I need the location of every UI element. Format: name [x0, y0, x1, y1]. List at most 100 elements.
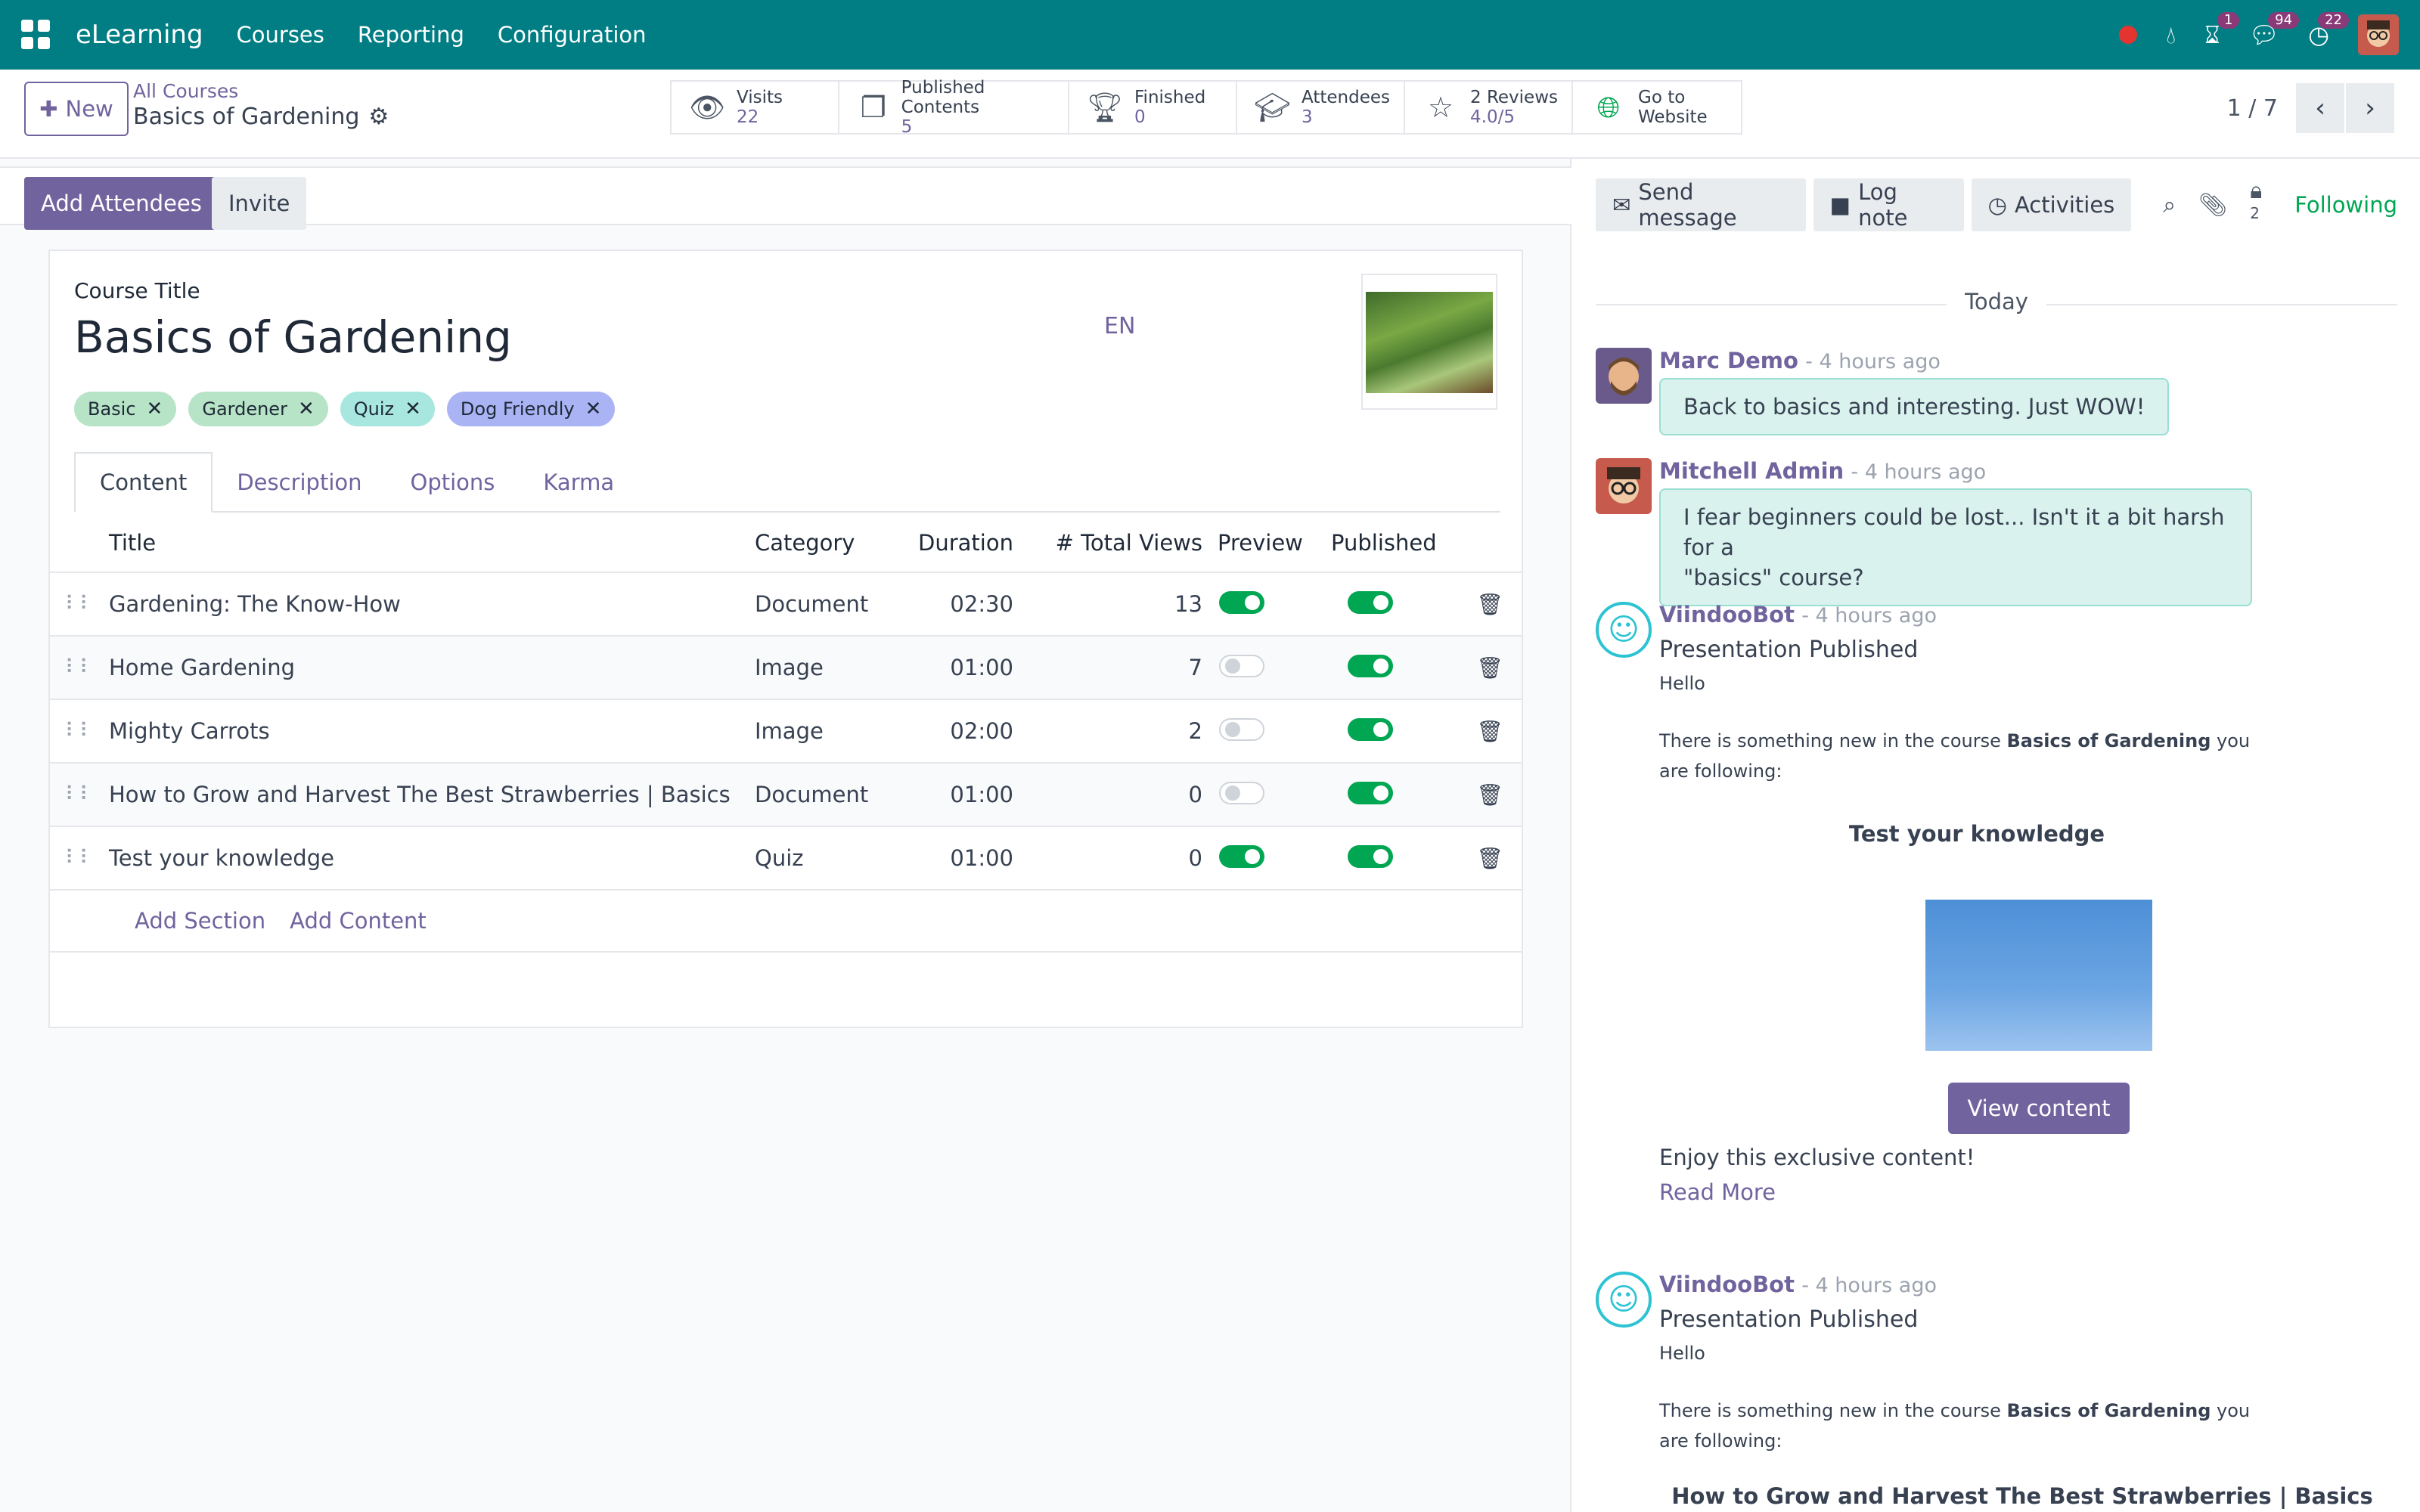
activities-button[interactable]: ◷ Activities: [1971, 178, 2132, 231]
avatar[interactable]: [1596, 348, 1652, 404]
table-row[interactable]: ⠇⠇ Home Gardening Image 01:00 7 🗑︎: [50, 637, 1522, 700]
preview-toggle[interactable]: [1219, 591, 1264, 614]
read-more-link[interactable]: Read More: [1659, 1179, 1776, 1205]
add-content-link[interactable]: Add Content: [290, 908, 427, 934]
col-duration[interactable]: Duration: [906, 530, 1013, 556]
message-author[interactable]: ViindooBot: [1659, 1272, 1795, 1297]
row-duration[interactable]: 02:30: [906, 591, 1013, 617]
language-button[interactable]: EN: [1104, 313, 1135, 339]
followers-icon[interactable]: 🔒︎2: [2250, 178, 2266, 233]
preview-toggle[interactable]: [1219, 718, 1264, 741]
col-published[interactable]: Published: [1331, 530, 1460, 556]
pager-previous-button[interactable]: ‹: [2296, 83, 2346, 133]
row-category[interactable]: Document: [755, 782, 906, 807]
smart-finished[interactable]: 🏆︎ Finished 0: [1068, 80, 1237, 135]
new-button[interactable]: ✚ New: [24, 82, 129, 136]
row-title[interactable]: Mighty Carrots: [109, 718, 755, 744]
search-icon[interactable]: ⌕: [2163, 192, 2176, 218]
hourglass-icon[interactable]: ⌛︎ 1: [2204, 12, 2240, 47]
row-category[interactable]: Document: [755, 591, 906, 617]
col-total-views[interactable]: # Total Views: [1013, 530, 1202, 556]
drag-handle-icon[interactable]: ⠇⠇: [50, 720, 109, 742]
add-attendees-button[interactable]: Add Attendees: [24, 177, 219, 230]
message-author[interactable]: Mitchell Admin: [1659, 458, 1844, 484]
send-message-button[interactable]: ✉ Send message: [1596, 178, 1806, 231]
menu-courses[interactable]: Courses: [237, 22, 324, 48]
message-author[interactable]: Marc Demo: [1659, 348, 1798, 373]
table-row[interactable]: ⠇⠇ How to Grow and Harvest The Best Stra…: [50, 764, 1522, 827]
published-toggle[interactable]: [1348, 782, 1393, 804]
close-icon[interactable]: ✕: [405, 398, 421, 420]
menu-reporting[interactable]: Reporting: [358, 22, 464, 48]
course-image[interactable]: [1361, 274, 1497, 410]
close-icon[interactable]: ✕: [147, 398, 163, 420]
published-toggle[interactable]: [1348, 845, 1393, 868]
published-toggle[interactable]: [1348, 591, 1393, 614]
row-title[interactable]: Gardening: The Know-How: [109, 591, 755, 617]
close-icon[interactable]: ✕: [298, 398, 315, 420]
col-title[interactable]: Title: [109, 530, 755, 556]
drag-handle-icon[interactable]: ⠇⠇: [50, 656, 109, 679]
row-duration[interactable]: 01:00: [906, 845, 1013, 871]
drop-icon[interactable]: 💧︎: [2166, 23, 2176, 47]
close-icon[interactable]: ✕: [585, 398, 602, 420]
user-avatar[interactable]: [2358, 14, 2399, 55]
apps-grid-icon[interactable]: [21, 20, 51, 50]
clock-icon[interactable]: ◷ 22: [2308, 12, 2349, 47]
pager-next-button[interactable]: ›: [2346, 83, 2396, 133]
published-toggle[interactable]: [1348, 655, 1393, 677]
gear-icon[interactable]: ⚙: [368, 104, 389, 130]
table-row[interactable]: ⠇⠇ Mighty Carrots Image 02:00 2 🗑︎: [50, 700, 1522, 764]
log-note-button[interactable]: ■ Log note: [1813, 178, 1964, 231]
row-duration[interactable]: 01:00: [906, 655, 1013, 680]
chat-icon[interactable]: 💬︎ 94: [2248, 12, 2300, 47]
row-duration[interactable]: 01:00: [906, 782, 1013, 807]
view-content-button[interactable]: View content: [1948, 1083, 2130, 1134]
row-category[interactable]: Image: [755, 655, 906, 680]
smart-attendees[interactable]: 🎓︎ Attendees 3: [1236, 80, 1405, 135]
avatar[interactable]: [1596, 458, 1652, 514]
invite-button[interactable]: Invite: [212, 177, 307, 230]
trash-icon[interactable]: 🗑︎: [1460, 782, 1520, 807]
following-button[interactable]: Following: [2294, 192, 2397, 218]
smart-published-contents[interactable]: ❐ Published Contents 5: [838, 78, 1069, 137]
tab-karma[interactable]: Karma: [519, 452, 638, 513]
tab-content[interactable]: Content: [74, 452, 213, 513]
app-brand[interactable]: eLearning: [76, 20, 203, 50]
paperclip-icon[interactable]: 📎︎: [2198, 192, 2227, 218]
message-author[interactable]: ViindooBot: [1659, 602, 1795, 627]
row-category[interactable]: Image: [755, 718, 906, 744]
smart-go-to-website[interactable]: 🌐︎ Go to Website: [1571, 80, 1742, 135]
drag-handle-icon[interactable]: ⠇⠇: [50, 593, 109, 615]
row-title[interactable]: Home Gardening: [109, 655, 755, 680]
trash-icon[interactable]: 🗑︎: [1460, 846, 1520, 871]
preview-toggle[interactable]: [1219, 845, 1264, 868]
breadcrumb-all-courses[interactable]: All Courses: [133, 80, 389, 102]
col-category[interactable]: Category: [755, 530, 906, 556]
add-section-link[interactable]: Add Section: [135, 908, 265, 934]
table-row[interactable]: ⠇⠇ Test your knowledge Quiz 01:00 0 🗑︎: [50, 827, 1522, 891]
bot-avatar[interactable]: ☺: [1596, 1272, 1652, 1328]
preview-toggle[interactable]: [1219, 782, 1264, 804]
bot-avatar[interactable]: ☺: [1596, 602, 1652, 658]
record-dot-icon[interactable]: [2119, 26, 2138, 44]
course-title-field[interactable]: Basics of Gardening: [74, 311, 512, 363]
row-category[interactable]: Quiz: [755, 845, 906, 871]
col-preview[interactable]: Preview: [1202, 530, 1331, 556]
row-duration[interactable]: 02:00: [906, 718, 1013, 744]
row-title[interactable]: Test your knowledge: [109, 845, 755, 871]
preview-toggle[interactable]: [1219, 655, 1264, 677]
tab-description[interactable]: Description: [213, 452, 386, 513]
tab-options[interactable]: Options: [386, 452, 520, 513]
menu-configuration[interactable]: Configuration: [498, 22, 647, 48]
drag-handle-icon[interactable]: ⠇⠇: [50, 847, 109, 869]
row-title[interactable]: How to Grow and Harvest The Best Strawbe…: [109, 782, 755, 807]
drag-handle-icon[interactable]: ⠇⠇: [50, 783, 109, 806]
smart-visits[interactable]: 👁︎ Visits 22: [670, 80, 839, 135]
trash-icon[interactable]: 🗑︎: [1460, 655, 1520, 680]
pager-value[interactable]: 1 / 7: [2227, 95, 2278, 122]
trash-icon[interactable]: 🗑︎: [1460, 592, 1520, 617]
table-row[interactable]: ⠇⠇ Gardening: The Know-How Document 02:3…: [50, 573, 1522, 637]
smart-reviews[interactable]: ☆ 2 Reviews 4.0/5: [1404, 80, 1573, 135]
published-toggle[interactable]: [1348, 718, 1393, 741]
